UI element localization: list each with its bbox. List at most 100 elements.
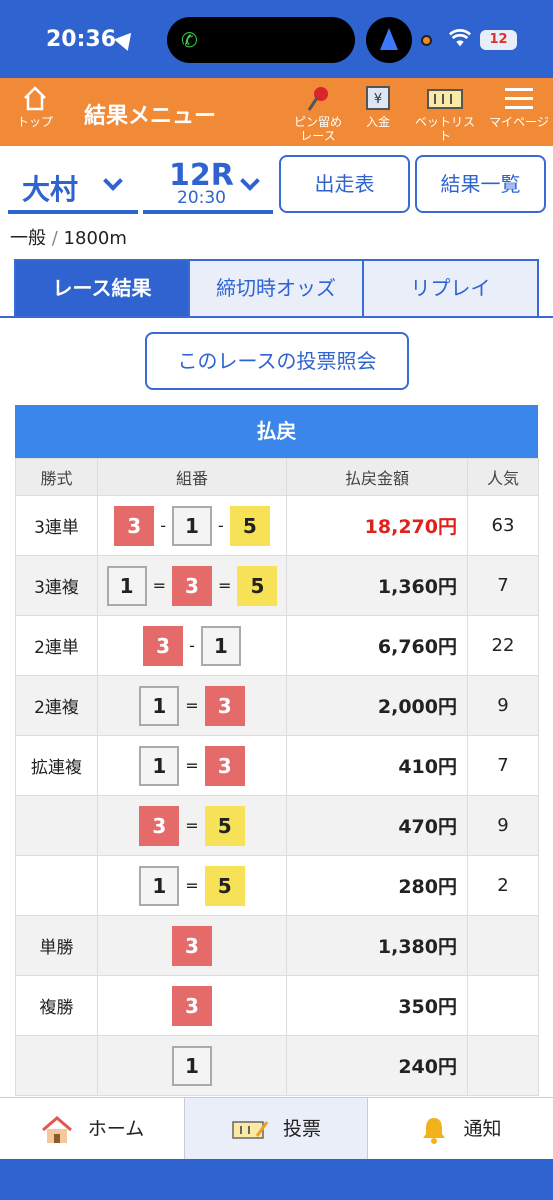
payout-row: 1 240円 xyxy=(15,1035,539,1096)
bottom-nav: ホーム 投票 通知 xyxy=(0,1097,553,1160)
combination: 3-1 xyxy=(143,625,241,666)
mypage-button[interactable]: マイページ xyxy=(488,84,550,129)
battery-icon: 12 xyxy=(480,30,517,50)
payout-row: 複勝 3 350円 xyxy=(15,975,539,1036)
combination: 1 = 3 xyxy=(139,745,245,786)
boat-number-badge: 3 xyxy=(172,985,212,1026)
popularity-cell xyxy=(467,975,539,1036)
race-info: 一般 / 1800m xyxy=(10,224,127,250)
combination-cell: 3 = 5 xyxy=(97,795,287,856)
race-distance: 1800m xyxy=(63,228,127,249)
bet-type-cell xyxy=(15,795,98,856)
pin-label-1: ピン留め xyxy=(293,115,342,129)
deposit-label: 入金 xyxy=(365,115,390,129)
pushpin-icon xyxy=(307,87,328,111)
result-tabs: レース結果 締切時オッズ リプレイ xyxy=(14,259,539,318)
payout-amount-cell: 410円 xyxy=(286,735,468,796)
payout-amount-cell: 2,000円 xyxy=(286,675,468,736)
race-class: 一般 xyxy=(10,228,46,249)
boat-number-badge: 3 xyxy=(172,925,212,966)
house-icon xyxy=(41,1115,72,1143)
combination-cell: 1 = 3 xyxy=(97,675,287,736)
deposit-icon: ¥ xyxy=(366,86,390,110)
bet-type-cell: 3連単 xyxy=(15,495,98,556)
tab-race-result[interactable]: レース結果 xyxy=(14,259,190,318)
payout-row: 2連単 3-1 6,760円 22 xyxy=(15,615,539,676)
deposit-button[interactable]: ¥ 入金 xyxy=(358,84,398,129)
race-time: 20:30 xyxy=(177,188,226,208)
results-list-button[interactable]: 結果一覧 xyxy=(415,155,546,213)
race-info-separator: / xyxy=(51,228,58,249)
combination-cell: 3-1-5 xyxy=(97,495,287,556)
header-combination: 組番 xyxy=(97,458,287,496)
combination: 3 xyxy=(172,985,212,1026)
home-outline-icon xyxy=(24,86,46,111)
payout-amount-cell: 280円 xyxy=(286,855,468,916)
boat-number-badge: 5 xyxy=(204,865,245,906)
popularity-cell xyxy=(467,915,539,976)
payout-row: 1 = 5 280円 2 xyxy=(15,855,539,916)
nav-bet[interactable]: 投票 xyxy=(184,1098,368,1160)
bet-type-cell xyxy=(15,855,98,916)
entry-table-button[interactable]: 出走表 xyxy=(279,155,410,213)
boat-number-badge: 1 xyxy=(106,565,147,606)
bet-list-label: ベットリスト xyxy=(414,115,475,143)
payout-row: 2連複 1 = 3 2,000円 9 xyxy=(15,675,539,736)
payout-amount-cell: 240円 xyxy=(286,1035,468,1096)
payout-title: 払戻 xyxy=(15,405,538,458)
combination-cell: 1 = 3 xyxy=(97,735,287,796)
tab-closing-odds[interactable]: 締切時オッズ xyxy=(188,259,364,318)
combo-separator: = xyxy=(185,876,199,895)
combination-cell: 3 xyxy=(97,975,287,1036)
venue-selector[interactable]: 大村 xyxy=(8,160,138,214)
header-payout-amount: 払戻金額 xyxy=(286,458,468,496)
nav-notification-label: 通知 xyxy=(463,1118,502,1140)
combination-cell: 1 xyxy=(97,1035,287,1096)
payout-amount-cell: 6,760円 xyxy=(286,615,468,676)
popularity-cell: 22 xyxy=(467,615,539,676)
combo-separator: - xyxy=(218,516,224,535)
svg-text:¥: ¥ xyxy=(374,92,382,107)
popularity-cell: 7 xyxy=(467,555,539,616)
popularity-cell: 2 xyxy=(467,855,539,916)
pin-race-button[interactable]: ピン留め レース xyxy=(288,84,348,143)
bet-type-cell: 3連複 xyxy=(15,555,98,616)
home-indicator-bar xyxy=(0,1159,553,1200)
tab-replay[interactable]: リプレイ xyxy=(362,259,539,318)
bet-ticket-icon xyxy=(427,89,463,109)
mypage-label: マイページ xyxy=(489,115,549,129)
nav-notification[interactable]: 通知 xyxy=(368,1098,553,1160)
wifi-icon xyxy=(449,29,471,47)
boat-number-badge: 5 xyxy=(237,565,278,606)
bet-type-cell: 複勝 xyxy=(15,975,98,1036)
popularity-cell: 9 xyxy=(467,675,539,736)
boat-number-badge: 1 xyxy=(172,505,212,546)
header-bet-type: 勝式 xyxy=(15,458,98,496)
vote-inquiry-button[interactable]: このレースの投票照会 xyxy=(145,332,409,390)
clock: 20:36 xyxy=(46,27,117,52)
boat-number-badge: 5 xyxy=(204,805,245,846)
payout-row: 拡連複 1 = 3 410円 7 xyxy=(15,735,539,796)
payout-amount-cell: 1,360円 xyxy=(286,555,468,616)
combo-separator: = xyxy=(185,756,199,775)
popularity-cell: 7 xyxy=(467,735,539,796)
nav-home[interactable]: ホーム xyxy=(0,1098,184,1160)
status-bar: 20:36 ✆ 12 xyxy=(0,0,553,78)
dynamic-island[interactable]: ✆ xyxy=(167,17,355,63)
bet-type-cell: 単勝 xyxy=(15,915,98,976)
race-selector[interactable]: 12R 20:30 xyxy=(143,158,273,214)
bet-list-button[interactable]: ベットリスト xyxy=(412,84,478,143)
boat-number-badge: 3 xyxy=(114,505,155,546)
top-label: トップ xyxy=(16,115,53,129)
page-title: 結果メニュー xyxy=(84,104,217,129)
boat-number-badge: 1 xyxy=(139,685,180,726)
top-button[interactable]: トップ xyxy=(14,84,56,129)
header-popularity: 人気 xyxy=(467,458,539,496)
payout-row: 単勝 3 1,380円 xyxy=(15,915,539,976)
combo-separator: = xyxy=(152,576,166,595)
payout-table: 勝式 組番 払戻金額 人気 3連単 3-1-5 18,270円 63 3連複 1 = 3 = 5 1… xyxy=(15,458,539,1096)
bet-type-cell xyxy=(15,1035,98,1096)
payout-amount-cell: 1,380円 xyxy=(286,915,468,976)
payout-amount-cell: 18,270円 xyxy=(286,495,468,556)
combination: 3 = 5 xyxy=(139,805,245,846)
